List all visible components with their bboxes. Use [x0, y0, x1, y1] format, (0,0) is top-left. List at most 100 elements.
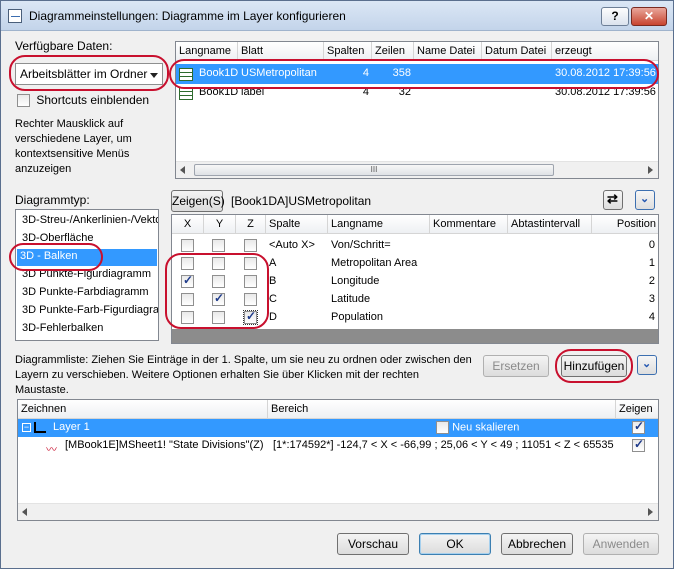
- z-checkbox[interactable]: [244, 239, 257, 252]
- show-button[interactable]: Zeigen(S): [171, 190, 225, 212]
- more-options-button[interactable]: ⌄: [637, 355, 657, 375]
- ok-button[interactable]: OK: [419, 533, 491, 555]
- apply-button[interactable]: Anwenden: [583, 533, 659, 555]
- add-button[interactable]: Hinzufügen: [561, 355, 627, 377]
- plotlist-scrollbar[interactable]: [18, 503, 658, 520]
- y-checkbox[interactable]: [212, 239, 225, 252]
- col-header-name-datei[interactable]: Name Datei: [414, 42, 482, 61]
- cell-langname: Book1DA: [199, 86, 238, 98]
- x-checkbox[interactable]: [181, 273, 194, 288]
- scroll-thumb[interactable]: III: [194, 164, 554, 176]
- cell-erzeugt: 30.08.2012 17:39:56: [555, 67, 656, 79]
- col-header-datum-datei[interactable]: Datum Datei: [482, 42, 552, 61]
- plot-type-list[interactable]: 3D-Streu-/Ankerlinien-/Vektor 3D-Oberflä…: [15, 209, 159, 341]
- collapse-icon[interactable]: −: [22, 423, 31, 432]
- col-header-spalte[interactable]: Spalte: [266, 215, 328, 234]
- list-item[interactable]: 3D-Streu-/Ankerlinien-/Vektor: [19, 213, 158, 230]
- context-hint: Rechter Mausklick auf verschiedene Layer…: [15, 118, 132, 175]
- cell-name-datei: [414, 65, 482, 83]
- worksheet-icon: [179, 87, 193, 100]
- col-header-langname[interactable]: Langname: [176, 42, 238, 61]
- cell-erzeugt: 30.08.2012 17:39:56: [555, 86, 656, 98]
- list-item-selected[interactable]: 3D - Balken: [17, 249, 157, 266]
- z-checkbox[interactable]: [244, 275, 257, 288]
- cell-position: 0: [648, 239, 655, 251]
- layer-show-checkbox[interactable]: [632, 419, 645, 434]
- worksheet-icon: [179, 68, 193, 81]
- cell-name-datei: [414, 84, 482, 102]
- col-header-x[interactable]: X: [172, 215, 204, 234]
- cell-zeilen: 358: [392, 67, 411, 79]
- sheet-path: [Book1DA]USMetropolitan: [231, 194, 372, 208]
- x-checkbox[interactable]: [181, 293, 194, 306]
- col-header-zeilen[interactable]: Zeilen: [372, 42, 414, 61]
- cell-abtastintervall: [508, 273, 592, 291]
- list-item[interactable]: 3D-Fehlerbalken: [19, 321, 106, 338]
- col-header-position[interactable]: Position: [592, 215, 658, 234]
- y-checkbox[interactable]: [212, 257, 225, 270]
- available-data-label: Verfügbare Daten:: [15, 39, 113, 53]
- cell-spalte: <Auto X>: [269, 239, 315, 251]
- close-button[interactable]: ✕: [631, 7, 667, 26]
- shortcuts-row[interactable]: Shortcuts einblenden: [17, 93, 150, 108]
- cell-spalten: 4: [362, 86, 369, 98]
- plot-line-icon: 〰: [46, 444, 57, 456]
- list-item[interactable]: 3D-Oberfläche: [19, 231, 97, 248]
- scroll-left-icon[interactable]: [22, 508, 27, 516]
- z-checkbox[interactable]: [243, 309, 258, 325]
- y-checkbox[interactable]: [212, 275, 225, 288]
- z-checkbox[interactable]: [244, 257, 257, 270]
- x-checkbox[interactable]: [181, 257, 194, 270]
- col-header-blatt[interactable]: Blatt: [238, 42, 324, 61]
- cell-zeilen: 32: [398, 86, 411, 98]
- col-header-langname[interactable]: Langname: [328, 215, 430, 234]
- col-header-zeichnen[interactable]: Zeichnen: [18, 400, 268, 419]
- x-checkbox[interactable]: [181, 311, 194, 324]
- swap-icon: ⇄: [607, 191, 618, 206]
- shortcuts-label: Shortcuts einblenden: [36, 93, 150, 107]
- y-checkbox[interactable]: [212, 291, 225, 306]
- plotlist-info: Diagrammliste: Ziehen Sie Einträge in de…: [15, 354, 472, 396]
- help-button[interactable]: ?: [601, 7, 629, 26]
- col-header-erzeugt[interactable]: erzeugt: [552, 42, 658, 61]
- cell-spalte: A: [269, 257, 277, 269]
- x-checkbox[interactable]: [181, 239, 194, 252]
- swap-button[interactable]: ⇄: [603, 190, 623, 210]
- shortcuts-checkbox[interactable]: [17, 94, 30, 108]
- col-header-kommentare[interactable]: Kommentare: [430, 215, 508, 234]
- rescale-row[interactable]: Neu skalieren: [436, 421, 519, 434]
- cancel-button[interactable]: Abbrechen: [501, 533, 573, 555]
- plot-show-checkbox[interactable]: [632, 437, 645, 452]
- col-header-z[interactable]: Z: [236, 215, 266, 234]
- scroll-right-icon[interactable]: [648, 166, 653, 174]
- replace-button[interactable]: Ersetzen: [483, 355, 549, 377]
- column-grid: X Y Z Spalte Langname Kommentare Abtasti…: [171, 214, 659, 344]
- col-header-bereich[interactable]: Bereich: [268, 400, 616, 419]
- list-item[interactable]: 3D Punkte-Farbdiagramm: [19, 285, 152, 302]
- scroll-right-icon[interactable]: [648, 508, 653, 516]
- horizontal-scrollbar[interactable]: III: [176, 161, 658, 178]
- available-data-combo[interactable]: Arbeitsblätter im Ordner: [15, 63, 163, 85]
- cell-kommentare: [430, 309, 508, 327]
- y-checkbox[interactable]: [212, 311, 225, 324]
- col-header-spalten[interactable]: Spalten: [324, 42, 372, 61]
- cell-abtastintervall: [508, 255, 592, 273]
- chevron-down-icon: [150, 73, 158, 78]
- scroll-left-icon[interactable]: [180, 166, 185, 174]
- col-header-zeigen[interactable]: Zeigen: [616, 400, 658, 419]
- rescale-checkbox[interactable]: [436, 421, 449, 434]
- plot-name: [MBook1E]MSheet1! "State Divisions"(Z): [65, 439, 264, 451]
- list-item[interactable]: 3D Punkte-Farb-Figurdiagramm: [19, 303, 158, 320]
- cell-spalte: C: [269, 293, 277, 305]
- window-title: Diagrammeinstellungen: Diagramme im Laye…: [29, 9, 346, 23]
- cell-kommentare: [430, 255, 508, 273]
- z-checkbox[interactable]: [244, 293, 257, 306]
- cell-langname: Latitude: [331, 293, 371, 305]
- cell-langname: Von/Schritt=: [331, 239, 391, 251]
- expand-button[interactable]: ⌄: [635, 190, 655, 210]
- list-item[interactable]: 3D Punkte-Figurdiagramm: [19, 267, 154, 284]
- dialog-window: Diagrammeinstellungen: Diagramme im Laye…: [0, 0, 674, 569]
- col-header-abtastintervall[interactable]: Abtastintervall: [508, 215, 592, 234]
- preview-button[interactable]: Vorschau: [337, 533, 409, 555]
- col-header-y[interactable]: Y: [204, 215, 236, 234]
